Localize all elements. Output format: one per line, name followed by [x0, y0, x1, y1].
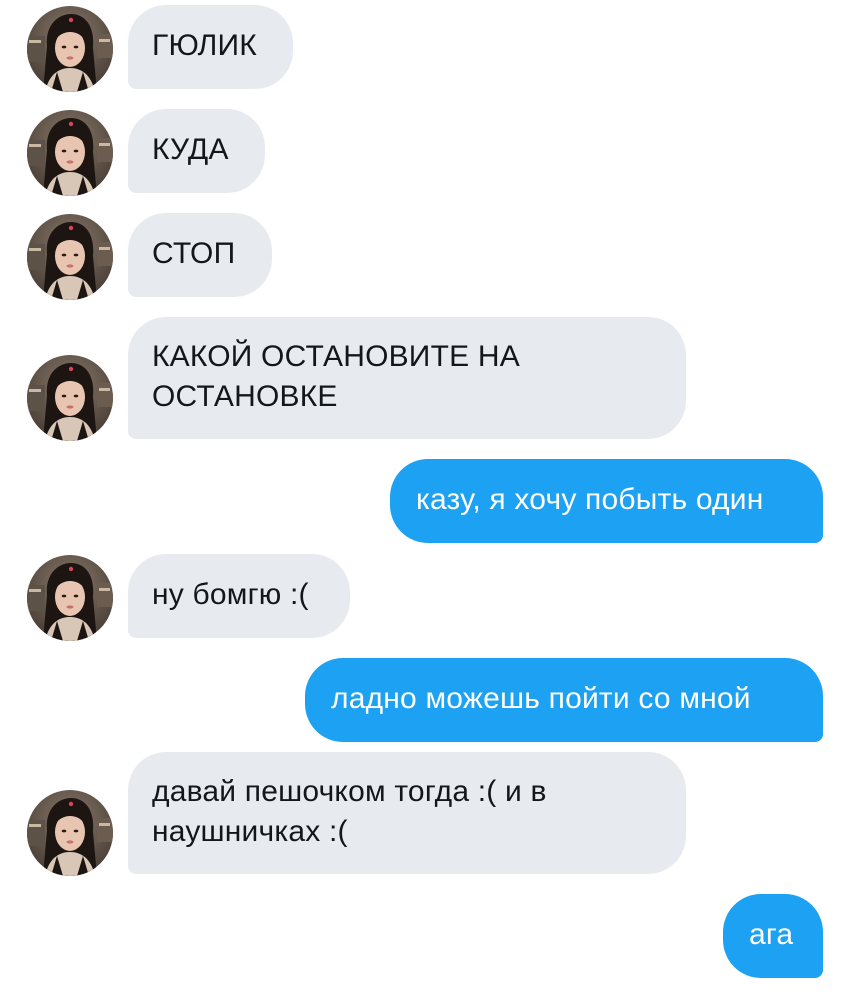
outgoing-message-bubble: ладно можешь пойти со мной [305, 658, 823, 742]
outgoing-message-bubble: ага [723, 894, 823, 978]
contact-avatar[interactable] [27, 355, 113, 441]
avatar-photo-icon [27, 214, 113, 300]
avatar-photo-icon [27, 110, 113, 196]
avatar-photo-icon [27, 790, 113, 876]
contact-avatar[interactable] [27, 790, 113, 876]
outgoing-message-bubble: казу, я хочу побыть один [390, 459, 823, 543]
contact-avatar[interactable] [27, 6, 113, 92]
incoming-message-bubble: ГЮЛИК [128, 5, 293, 89]
contact-avatar[interactable] [27, 110, 113, 196]
avatar-photo-icon [27, 6, 113, 92]
incoming-message-bubble: КУДА [128, 109, 265, 193]
incoming-message-bubble: давай пешочком тогда :( и в наушничках :… [128, 752, 686, 874]
incoming-message-bubble: КАКОЙ ОСТАНОВИТЕ НА ОСТАНОВКЕ [128, 317, 686, 439]
contact-avatar[interactable] [27, 555, 113, 641]
avatar-photo-icon [27, 355, 113, 441]
incoming-message-bubble: ну бомгю :( [128, 554, 350, 638]
contact-avatar[interactable] [27, 214, 113, 300]
avatar-photo-icon [27, 555, 113, 641]
incoming-message-bubble: СТОП [128, 213, 272, 297]
